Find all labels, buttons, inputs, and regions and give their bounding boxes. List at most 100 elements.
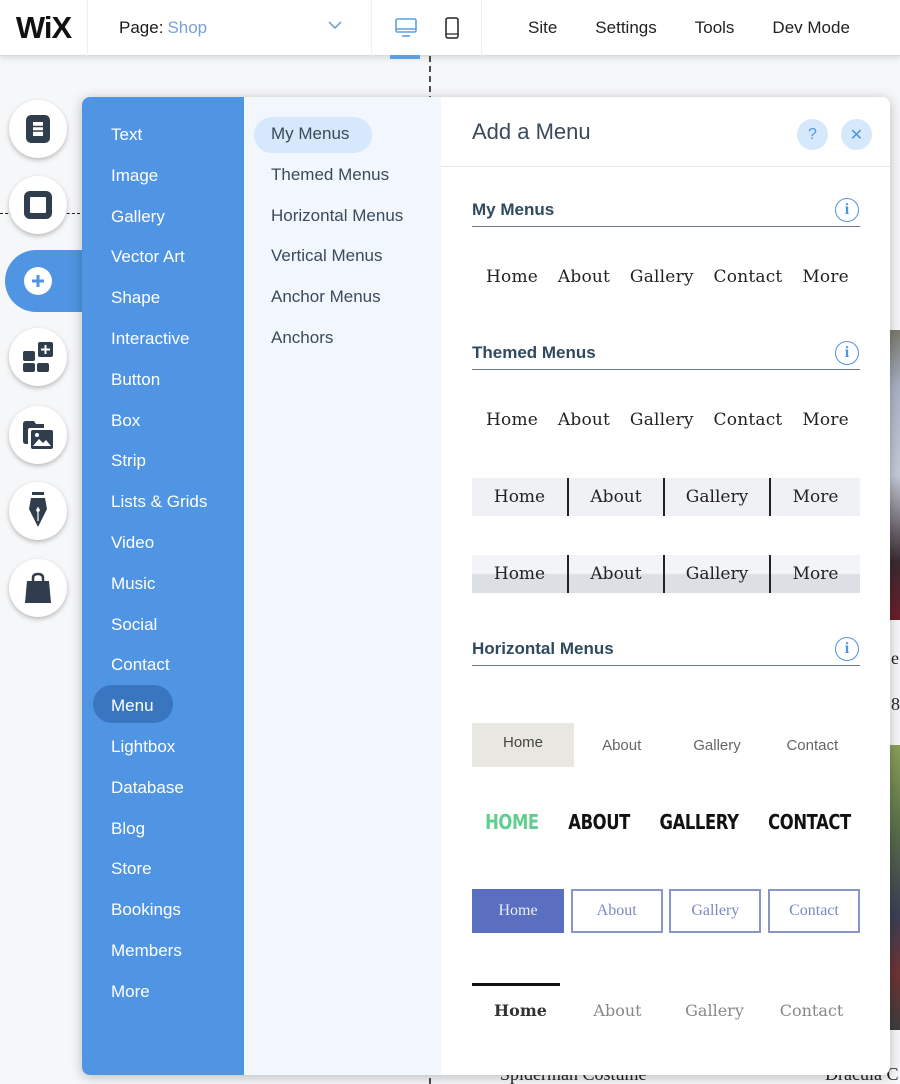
category-bookings[interactable]: Bookings	[82, 896, 244, 937]
subcategory-label: Themed Menus	[271, 164, 390, 184]
close-icon: ✕	[849, 126, 864, 144]
info-icon[interactable]: i	[835, 636, 859, 661]
category-label: Gallery	[111, 206, 165, 226]
menu-preset-themed-gradient[interactable]: Home About Gallery More	[472, 555, 860, 593]
subcategory-anchor-menus[interactable]: Anchor Menus	[244, 280, 441, 321]
subcategory-label: Horizontal Menus	[271, 205, 404, 225]
subcategory-vertical-menus[interactable]: Vertical Menus	[244, 239, 441, 280]
menu-preset-horizontal-buttons[interactable]: Home About Gallery Contact	[472, 889, 860, 933]
preset-item: Gallery	[693, 736, 741, 754]
subcategory-themed-menus[interactable]: Themed Menus	[244, 158, 441, 199]
help-button[interactable]: ?	[797, 119, 828, 150]
section-header: Horizontal Menus i	[472, 632, 860, 666]
menu-preset-themed-plain[interactable]: Home About Gallery Contact More	[472, 410, 860, 430]
preset-item: Contact	[786, 736, 839, 754]
preset-item: About	[602, 736, 642, 754]
subcategory-my-menus[interactable]: My Menus	[244, 117, 441, 158]
category-list: Text Image Gallery Vector Art Shape Interacti…	[82, 97, 244, 1075]
category-button[interactable]: Button	[82, 366, 244, 407]
category-social[interactable]: Social	[82, 611, 244, 652]
top-bar: WiX Page: Shop Site Settings Tools Dev M…	[0, 0, 900, 59]
rail-pages-button[interactable]	[9, 100, 67, 158]
category-video[interactable]: Video	[82, 529, 244, 570]
menu-tools[interactable]: Tools	[695, 18, 735, 38]
menu-dev-mode[interactable]: Dev Mode	[772, 18, 849, 38]
page-label: Page:	[119, 17, 164, 37]
info-icon[interactable]: i	[835, 340, 859, 365]
category-database[interactable]: Database	[82, 774, 244, 815]
device-switcher	[372, 0, 482, 59]
preset-item: About	[593, 1001, 642, 1020]
preset-item: About	[557, 267, 611, 287]
category-label: Music	[111, 573, 156, 593]
info-icon[interactable]: i	[835, 197, 859, 222]
category-vector-art[interactable]: Vector Art	[82, 243, 244, 284]
category-menu[interactable]: Menu	[82, 685, 244, 733]
page-selector[interactable]: Page: Shop	[88, 0, 372, 56]
category-lightbox[interactable]: Lightbox	[82, 733, 244, 774]
preset-item: Contact	[713, 410, 783, 430]
menu-preset-horizontal-underline[interactable]: Home About Gallery Contact	[472, 983, 860, 1033]
menu-preset-my-menu[interactable]: Home About Gallery Contact More	[472, 267, 860, 287]
close-button[interactable]: ✕	[841, 119, 872, 150]
apps-icon	[23, 342, 53, 372]
subcategory-anchors[interactable]: Anchors	[244, 321, 441, 362]
current-page-name: Shop	[167, 17, 208, 37]
top-menu: Site Settings Tools Dev Mode	[528, 0, 850, 56]
preset-item: HOME	[485, 810, 539, 834]
category-image[interactable]: Image	[82, 162, 244, 203]
subcategory-label: Vertical Menus	[271, 246, 383, 266]
category-label: Social	[111, 614, 158, 634]
category-blog[interactable]: Blog	[82, 815, 244, 856]
rail-blog-button[interactable]	[9, 482, 67, 540]
category-interactive[interactable]: Interactive	[82, 325, 244, 366]
category-label: Box	[111, 410, 141, 430]
section-header: My Menus i	[472, 193, 860, 227]
category-members[interactable]: Members	[82, 937, 244, 978]
category-music[interactable]: Music	[82, 570, 244, 611]
rail-apps-button[interactable]	[9, 328, 67, 386]
menu-settings[interactable]: Settings	[595, 18, 656, 38]
preset-item: Home	[472, 555, 569, 593]
preset-items: HOME ABOUT GALLERY CONTACT	[472, 810, 860, 834]
desktop-view-button[interactable]	[390, 16, 420, 59]
subcategory-horizontal-menus[interactable]: Horizontal Menus	[244, 199, 441, 240]
wix-logo[interactable]: WiX	[0, 0, 88, 56]
preset-item: About	[557, 410, 611, 430]
category-shape[interactable]: Shape	[82, 284, 244, 325]
category-more[interactable]: More	[82, 978, 244, 1019]
preset-item: Home	[494, 1001, 547, 1020]
media-icon	[23, 421, 53, 449]
rail-add-button[interactable]	[5, 250, 85, 312]
category-lists-grids[interactable]: Lists & Grids	[82, 488, 244, 529]
preset-item: Home	[486, 410, 539, 430]
category-gallery[interactable]: Gallery	[82, 203, 244, 244]
menu-site[interactable]: Site	[528, 18, 557, 38]
rail-media-button[interactable]	[9, 406, 67, 464]
category-strip[interactable]: Strip	[82, 447, 244, 488]
preset-item: More	[792, 564, 839, 584]
preset-item: GALLERY	[659, 810, 739, 834]
preset-item: About	[569, 555, 665, 593]
preset-item: More	[802, 410, 849, 430]
category-store[interactable]: Store	[82, 855, 244, 896]
menu-preset-themed-boxed[interactable]: Home About Gallery More	[472, 478, 860, 516]
preset-item: Gallery	[669, 889, 762, 933]
category-box[interactable]: Box	[82, 407, 244, 448]
plus-icon	[24, 267, 52, 295]
site-image-2	[889, 745, 900, 1030]
rail-store-button[interactable]	[9, 559, 67, 617]
mobile-icon	[445, 16, 459, 39]
rail-background-button[interactable]	[9, 176, 67, 234]
category-text[interactable]: Text	[82, 121, 244, 162]
mobile-view-button[interactable]	[440, 16, 464, 40]
menu-preset-horizontal-bold[interactable]: HOME ABOUT GALLERY CONTACT	[472, 810, 860, 834]
active-indicator	[472, 983, 560, 986]
category-label: Contact	[111, 655, 170, 675]
preset-item: Gallery	[629, 410, 694, 430]
subcategory-label: My Menus	[271, 124, 350, 143]
category-label: Image	[111, 165, 159, 185]
preset-items: Home About Gallery Contact	[472, 983, 860, 1033]
section-header: Themed Menus i	[472, 336, 860, 370]
menu-preset-horizontal-flat[interactable]: Home About Gallery Contact	[472, 723, 860, 767]
